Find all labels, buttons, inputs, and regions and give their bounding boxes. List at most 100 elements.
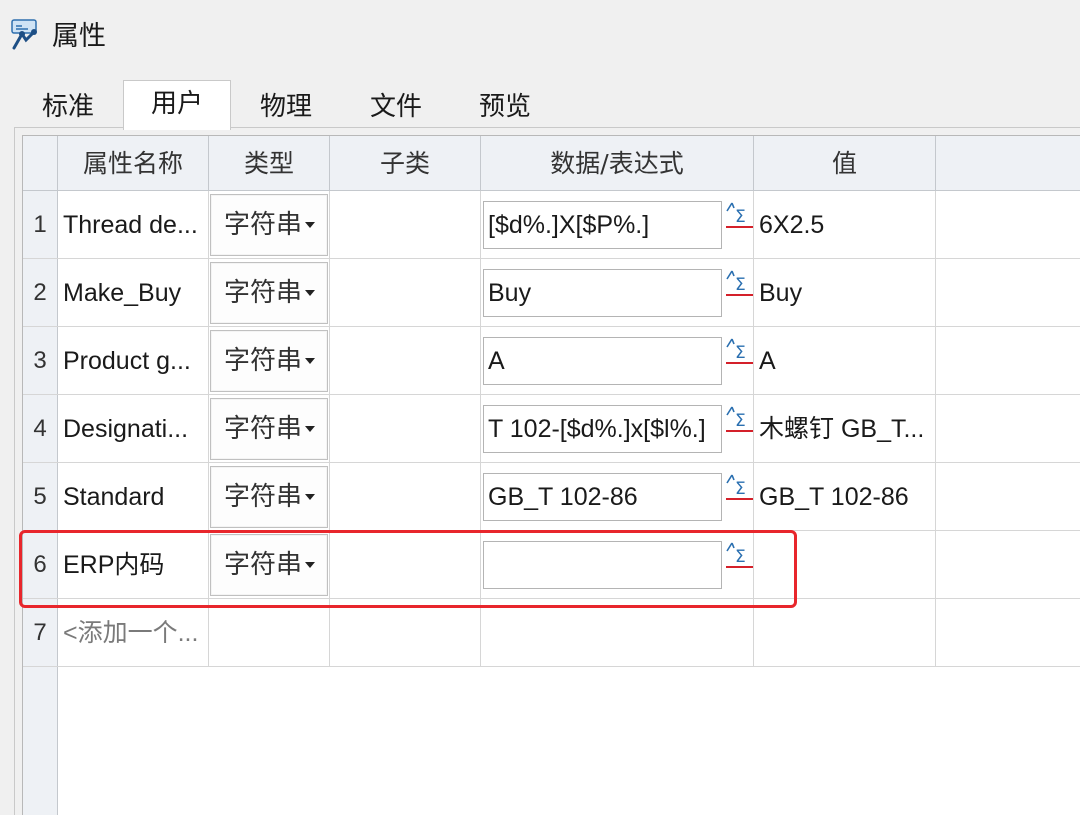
dropdown-caret-icon bbox=[305, 222, 315, 228]
type-cell: 字符串 bbox=[209, 395, 330, 462]
subtype-cell[interactable] bbox=[330, 463, 481, 530]
expression-input[interactable]: [$d%.]X[$P%.] bbox=[483, 201, 722, 249]
type-dropdown[interactable]: 字符串 bbox=[210, 534, 328, 596]
value-cell: 6X2.5 bbox=[754, 191, 936, 258]
svg-text:Σ: Σ bbox=[735, 547, 746, 567]
col-header-subtype[interactable]: 子类 bbox=[330, 136, 481, 190]
tab-user[interactable]: 用户 bbox=[123, 80, 231, 130]
type-cell: 字符串 bbox=[209, 531, 330, 598]
filler-cell bbox=[936, 599, 1080, 666]
tab-standard[interactable]: 标准 bbox=[28, 86, 108, 128]
col-header-filler bbox=[936, 136, 1080, 190]
subtype-cell[interactable] bbox=[330, 395, 481, 462]
col-header-type[interactable]: 类型 bbox=[209, 136, 330, 190]
row-number: 7 bbox=[23, 599, 58, 666]
type-cell: 字符串 bbox=[209, 191, 330, 258]
filler-cell bbox=[936, 191, 1080, 258]
dropdown-caret-icon bbox=[305, 426, 315, 432]
type-dropdown-value: 字符串 bbox=[224, 210, 303, 240]
subtype-cell[interactable] bbox=[330, 531, 481, 598]
svg-text:Σ: Σ bbox=[735, 343, 746, 363]
expression-input[interactable]: T 102-[$d%.]x[$l%.] bbox=[483, 405, 722, 453]
attributes-tool-icon bbox=[11, 19, 37, 50]
type-dropdown[interactable]: 字符串 bbox=[210, 194, 328, 256]
expression-cell: GB_T 102-86 Σ bbox=[481, 463, 754, 530]
dropdown-caret-icon bbox=[305, 290, 315, 296]
expression-cell: Σ bbox=[481, 531, 754, 598]
filler-cell bbox=[936, 463, 1080, 530]
table-row[interactable]: 3 Product g... 字符串 A Σ A bbox=[23, 327, 1080, 395]
attributes-table: 属性名称 类型 子类 数据/表达式 值 1 Thread de... 字符串 [… bbox=[22, 135, 1080, 815]
row-number: 6 bbox=[23, 531, 58, 598]
table-row[interactable]: 6 ERP内码 字符串 Σ bbox=[23, 531, 1080, 599]
expression-input[interactable]: GB_T 102-86 bbox=[483, 473, 722, 521]
expression-input[interactable] bbox=[483, 541, 722, 589]
type-dropdown-value: 字符串 bbox=[224, 550, 303, 580]
type-dropdown[interactable]: 字符串 bbox=[210, 398, 328, 460]
filler-cell bbox=[936, 531, 1080, 598]
subtype-cell[interactable] bbox=[330, 327, 481, 394]
value-cell: A bbox=[754, 327, 936, 394]
dropdown-caret-icon bbox=[305, 358, 315, 364]
attribute-name-cell[interactable]: ERP内码 bbox=[58, 531, 209, 598]
expression-cell: T 102-[$d%.]x[$l%.] Σ bbox=[481, 395, 754, 462]
expression-cell: Buy Σ bbox=[481, 259, 754, 326]
expression-input[interactable]: A bbox=[483, 337, 722, 385]
sigma-expression-icon[interactable]: Σ bbox=[724, 267, 754, 301]
type-cell: 字符串 bbox=[209, 327, 330, 394]
dropdown-caret-icon bbox=[305, 494, 315, 500]
subtype-cell bbox=[330, 599, 481, 666]
type-dropdown-value: 字符串 bbox=[224, 482, 303, 512]
subtype-cell[interactable] bbox=[330, 259, 481, 326]
sigma-expression-icon[interactable]: Σ bbox=[724, 471, 754, 505]
value-cell bbox=[754, 531, 936, 598]
table-header: 属性名称 类型 子类 数据/表达式 值 bbox=[23, 136, 1080, 191]
attribute-name-cell[interactable]: Make_Buy bbox=[58, 259, 209, 326]
table-row[interactable]: 4 Designati... 字符串 T 102-[$d%.]x[$l%.] Σ… bbox=[23, 395, 1080, 463]
value-cell: Buy bbox=[754, 259, 936, 326]
tab-preview[interactable]: 预览 bbox=[465, 86, 545, 128]
row-number: 1 bbox=[23, 191, 58, 258]
type-dropdown-value: 字符串 bbox=[224, 346, 303, 376]
add-attribute-row[interactable]: 7 <添加一个... bbox=[23, 599, 1080, 667]
type-cell bbox=[209, 599, 330, 666]
expression-input[interactable]: Buy bbox=[483, 269, 722, 317]
filler-cell bbox=[936, 395, 1080, 462]
sigma-expression-icon[interactable]: Σ bbox=[724, 335, 754, 369]
type-cell: 字符串 bbox=[209, 463, 330, 530]
expression-cell: [$d%.]X[$P%.] Σ bbox=[481, 191, 754, 258]
row-number-header bbox=[23, 136, 58, 190]
tab-physical[interactable]: 物理 bbox=[246, 86, 326, 128]
value-cell bbox=[754, 599, 936, 666]
col-header-name[interactable]: 属性名称 bbox=[58, 136, 209, 190]
type-dropdown-value: 字符串 bbox=[224, 414, 303, 444]
title-bar: 属性 bbox=[0, 0, 1080, 78]
sigma-expression-icon[interactable]: Σ bbox=[724, 539, 754, 573]
col-header-value[interactable]: 值 bbox=[754, 136, 936, 190]
type-dropdown-value: 字符串 bbox=[224, 278, 303, 308]
attribute-name-cell[interactable]: Thread de... bbox=[58, 191, 209, 258]
row-number: 4 bbox=[23, 395, 58, 462]
tab-file[interactable]: 文件 bbox=[356, 86, 436, 128]
attribute-name-cell[interactable]: Designati... bbox=[58, 395, 209, 462]
sigma-expression-icon[interactable]: Σ bbox=[724, 199, 754, 233]
type-dropdown[interactable]: 字符串 bbox=[210, 262, 328, 324]
sigma-expression-icon[interactable]: Σ bbox=[724, 403, 754, 437]
type-cell: 字符串 bbox=[209, 259, 330, 326]
attribute-name-cell[interactable]: Product g... bbox=[58, 327, 209, 394]
col-header-expression[interactable]: 数据/表达式 bbox=[481, 136, 754, 190]
add-attribute-placeholder[interactable]: <添加一个... bbox=[58, 599, 209, 666]
expression-cell: A Σ bbox=[481, 327, 754, 394]
table-row[interactable]: 2 Make_Buy 字符串 Buy Σ Buy bbox=[23, 259, 1080, 327]
type-dropdown[interactable]: 字符串 bbox=[210, 466, 328, 528]
expression-cell bbox=[481, 599, 754, 666]
attribute-name-cell[interactable]: Standard bbox=[58, 463, 209, 530]
dropdown-caret-icon bbox=[305, 562, 315, 568]
value-cell: 木螺钉 GB_T... bbox=[754, 395, 936, 462]
table-row[interactable]: 5 Standard 字符串 GB_T 102-86 Σ GB_T 102-86 bbox=[23, 463, 1080, 531]
table-row[interactable]: 1 Thread de... 字符串 [$d%.]X[$P%.] Σ 6X2.5 bbox=[23, 191, 1080, 259]
subtype-cell[interactable] bbox=[330, 191, 481, 258]
row-number-gutter bbox=[23, 667, 58, 815]
svg-text:Σ: Σ bbox=[735, 207, 746, 227]
type-dropdown[interactable]: 字符串 bbox=[210, 330, 328, 392]
